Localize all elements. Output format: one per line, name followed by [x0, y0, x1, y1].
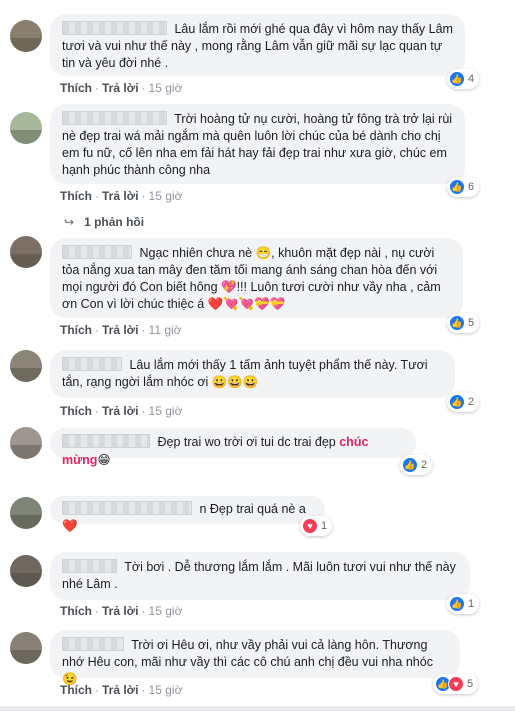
timestamp[interactable]: 15 giờ — [149, 404, 183, 418]
avatar[interactable] — [10, 350, 42, 382]
heart-icon: ♥ — [448, 676, 464, 692]
reaction-summary[interactable]: 👍 4 — [447, 69, 480, 89]
like-button[interactable]: Thích — [60, 323, 92, 337]
reaction-summary[interactable]: ♥ 1 — [300, 516, 333, 536]
comment-bubble: n Đẹp trai quá nè a ❤️ — [50, 496, 325, 533]
comment-bubble: Trời hoàng tử nụ cười, hoàng tử fông trà… — [50, 104, 465, 184]
reply-button[interactable]: Trả lời — [102, 683, 139, 697]
commenter-name[interactable] — [62, 637, 124, 651]
avatar[interactable] — [10, 20, 42, 52]
thumbs-up-icon: 👍 — [402, 457, 418, 473]
comment-bubble: Tời bơi . Dễ thương lắm lắm . Mãi luôn t… — [50, 552, 470, 600]
comment-actions: Thích · Trả lời · 11 giờ — [60, 323, 182, 337]
reply-button[interactable]: Trả lời — [102, 189, 139, 203]
commenter-name[interactable] — [62, 434, 150, 448]
avatar[interactable] — [10, 236, 42, 268]
like-button[interactable]: Thích — [60, 683, 92, 697]
reaction-summary[interactable]: 👍 5 — [447, 313, 480, 333]
comment-bubble: Trời ơi Hêu ơi, như vầy phải vui cả làng… — [50, 630, 460, 686]
comment-actions: Thích · Trả lời · 15 giờ — [60, 683, 183, 697]
comment-bubble: Đẹp trai wo trời ơi tui dc trai đẹp chúc… — [50, 428, 416, 467]
avatar[interactable] — [10, 427, 42, 459]
comment-actions: Thích · Trả lời · 15 giờ — [60, 404, 183, 418]
reply-button[interactable]: Trả lời — [102, 323, 139, 337]
thumbs-up-icon: 👍 — [449, 596, 465, 612]
reaction-summary[interactable]: 👍 2 — [447, 392, 480, 412]
reaction-summary[interactable]: 👍 6 — [447, 177, 480, 197]
thumbs-up-icon: 👍 — [449, 315, 465, 331]
reply-button[interactable]: Trả lời — [102, 404, 139, 418]
commenter-name[interactable] — [62, 357, 122, 371]
thumbs-up-icon: 👍 — [449, 71, 465, 87]
reply-arrow-icon: ↪ — [64, 215, 75, 229]
reaction-summary[interactable]: 👍 1 — [447, 594, 480, 614]
commenter-name[interactable] — [62, 559, 117, 573]
comment-actions: Thích · Trả lời · 15 giờ — [60, 604, 183, 618]
commenter-name[interactable] — [62, 111, 167, 125]
reply-button[interactable]: Trả lời — [102, 604, 139, 618]
reaction-summary[interactable]: 👍 2 — [400, 455, 433, 475]
commenter-name[interactable] — [62, 245, 132, 259]
avatar[interactable] — [10, 112, 42, 144]
reaction-summary[interactable]: 👍 ♥ 5 — [433, 674, 479, 694]
commenter-name[interactable] — [62, 21, 167, 35]
timestamp[interactable]: 15 giờ — [149, 604, 183, 618]
comment-bubble: Lâu lắm rồi mới ghé qua đây vì hôm nay t… — [50, 14, 465, 76]
timestamp[interactable]: 15 giờ — [149, 683, 183, 697]
avatar[interactable] — [10, 555, 42, 587]
commenter-name[interactable] — [62, 501, 192, 515]
comment-actions: Thích · Trả lời · 15 giờ — [60, 189, 183, 203]
comment-bubble: Lâu lắm mới thấy 1 tấm ảnh tuyệt phẩm th… — [50, 350, 455, 398]
thumbs-up-icon: 👍 — [449, 394, 465, 410]
comment-bubble: Ngạc nhiên chưa nè 😁, khuôn mặt đẹp nài … — [50, 238, 463, 318]
timestamp[interactable]: 11 giờ — [149, 323, 182, 337]
heart-icon: ♥ — [302, 518, 318, 534]
like-button[interactable]: Thích — [60, 604, 92, 618]
like-button[interactable]: Thích — [60, 404, 92, 418]
bottom-divider — [0, 706, 515, 711]
thumbs-up-icon: 👍 — [449, 179, 465, 195]
timestamp[interactable]: 15 giờ — [149, 189, 183, 203]
comment-actions: Thích · Trả lời · 15 giờ — [60, 81, 183, 95]
like-button[interactable]: Thích — [60, 189, 92, 203]
comment-text: Đẹp trai wo trời ơi tui dc trai đẹp — [157, 435, 340, 449]
comment-text: Tời bơi . Dễ thương lắm lắm . Mãi luôn t… — [62, 560, 456, 591]
avatar[interactable] — [10, 497, 42, 529]
timestamp[interactable]: 15 giờ — [149, 81, 183, 95]
view-replies-link[interactable]: ↪ 1 phản hồi — [64, 215, 144, 229]
reply-button[interactable]: Trả lời — [102, 81, 139, 95]
avatar[interactable] — [10, 632, 42, 664]
like-button[interactable]: Thích — [60, 81, 92, 95]
